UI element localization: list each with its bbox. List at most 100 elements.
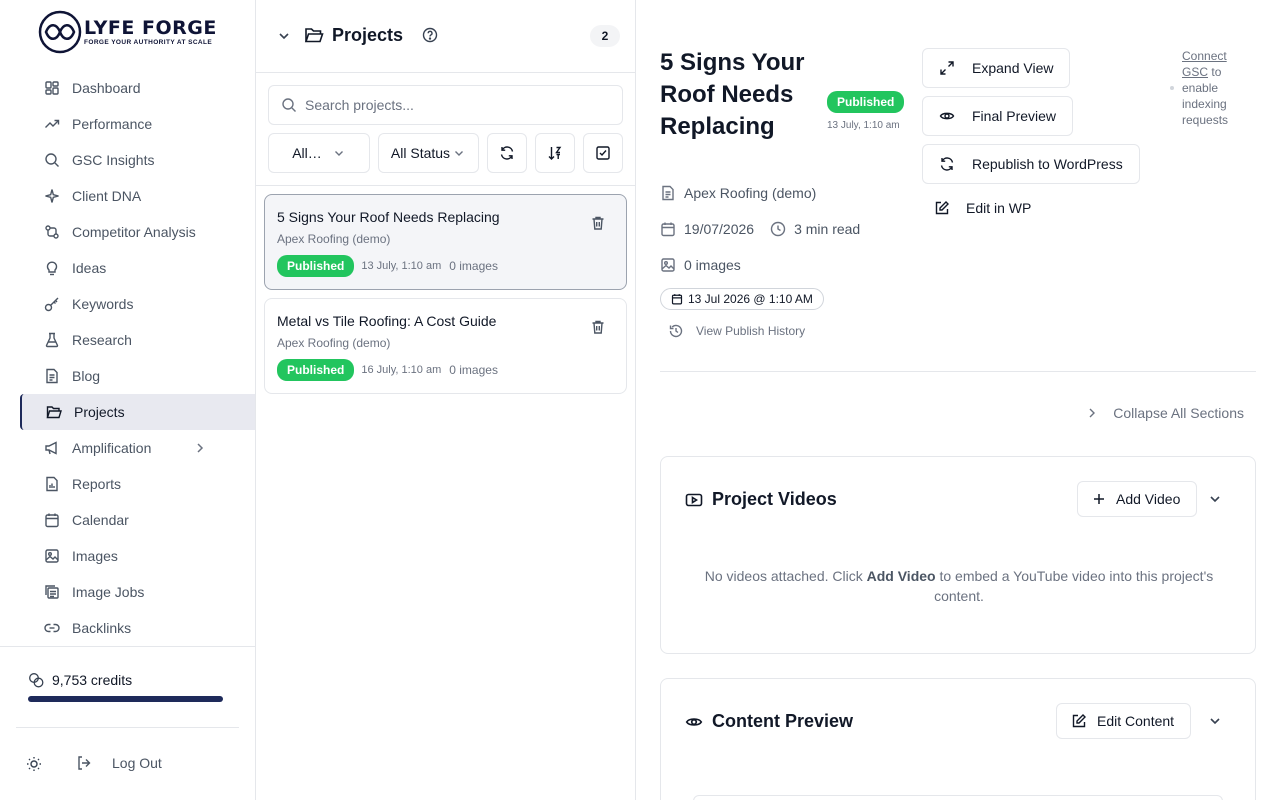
sidebar-item-ideas[interactable]: Ideas bbox=[0, 250, 255, 286]
publish-history-link[interactable]: View Publish History bbox=[668, 323, 805, 339]
sidebar-item-label: Amplification bbox=[72, 440, 152, 456]
sidebar-item-label: Keywords bbox=[72, 296, 134, 312]
flask-icon bbox=[45, 332, 59, 348]
coins-icon bbox=[29, 673, 44, 688]
status-date: 13 July, 1:10 am bbox=[827, 120, 900, 131]
republish-button[interactable]: Republish to WordPress bbox=[922, 144, 1140, 184]
folder-open-icon bbox=[304, 28, 324, 43]
sidebar-item-backlinks[interactable]: Backlinks bbox=[0, 610, 255, 646]
projects-header: Projects 2 bbox=[256, 0, 635, 73]
page-title: 5 Signs Your Roof Needs Replacing bbox=[660, 49, 805, 140]
sidebar-item-client-dna[interactable]: Client DNA bbox=[0, 178, 255, 214]
credits-display: 9,753 credits bbox=[28, 672, 132, 688]
gsc-status-dot bbox=[1170, 86, 1174, 90]
image-stack-icon bbox=[45, 585, 59, 599]
credits-progress-fill bbox=[28, 696, 223, 702]
project-card-title: 5 Signs Your Roof Needs Replacing bbox=[277, 209, 500, 225]
eye-icon bbox=[685, 717, 703, 726]
projects-panel: Projects 2 All… All Status 5 Signs Your … bbox=[256, 0, 636, 800]
sidebar-item-label: Reports bbox=[72, 476, 122, 492]
calendar-icon bbox=[45, 513, 59, 528]
chevron-right-icon bbox=[1089, 408, 1096, 418]
sidebar-item-label: Projects bbox=[74, 404, 125, 420]
project-card-title: Metal vs Tile Roofing: A Cost Guide bbox=[277, 313, 497, 329]
sun-icon[interactable] bbox=[26, 756, 42, 772]
schedule-pill[interactable]: 13 Jul 2026 @ 1:10 AM bbox=[660, 288, 824, 310]
sidebar-item-blog[interactable]: Blog bbox=[0, 358, 255, 394]
expand-view-button[interactable]: Expand View bbox=[922, 48, 1071, 88]
add-video-label: Add Video bbox=[1116, 491, 1181, 507]
chevron-right-icon[interactable] bbox=[193, 441, 207, 455]
images-count: 0 images bbox=[684, 257, 741, 273]
checkbox-icon bbox=[596, 146, 610, 160]
sidebar-divider bbox=[0, 646, 255, 647]
content-preview-frame bbox=[693, 795, 1223, 800]
sort-button[interactable] bbox=[535, 133, 575, 173]
sidebar-item-label: Competitor Analysis bbox=[72, 224, 196, 240]
file-text-icon bbox=[662, 185, 674, 201]
trending-up-icon bbox=[45, 119, 60, 128]
sidebar-item-reports[interactable]: Reports bbox=[0, 466, 255, 502]
add-video-button[interactable]: Add Video bbox=[1077, 481, 1198, 517]
trash-icon[interactable] bbox=[590, 215, 606, 231]
logout-label: Log Out bbox=[112, 755, 162, 771]
edit-in-wp-button[interactable]: Edit in WP bbox=[934, 200, 1031, 216]
lightbulb-icon bbox=[46, 261, 58, 276]
republish-label: Republish to WordPress bbox=[972, 156, 1123, 172]
sidebar-item-calendar[interactable]: Calendar bbox=[0, 502, 255, 538]
publish-date: 19/07/2026 bbox=[684, 221, 755, 237]
sidebar-item-label: Calendar bbox=[72, 512, 129, 528]
project-videos-section: Project Videos Add Video No videos attac… bbox=[660, 456, 1256, 654]
sidebar-item-competitor-analysis[interactable]: Competitor Analysis bbox=[0, 214, 255, 250]
status-filter-select[interactable]: All Status bbox=[378, 133, 479, 173]
final-preview-label: Final Preview bbox=[972, 108, 1057, 124]
images-meta: 0 images bbox=[660, 257, 741, 273]
plus-icon bbox=[1094, 494, 1104, 504]
image-icon bbox=[45, 549, 59, 563]
sidebar-item-performance[interactable]: Performance bbox=[0, 106, 255, 142]
projects-title: Projects bbox=[332, 25, 404, 45]
chevron-down-icon[interactable] bbox=[1207, 713, 1223, 729]
history-icon bbox=[669, 324, 683, 338]
project-search[interactable] bbox=[268, 85, 623, 125]
sidebar-item-label: Research bbox=[72, 332, 132, 348]
sidebar-item-gsc-insights[interactable]: GSC Insights bbox=[0, 142, 255, 178]
refresh-button[interactable] bbox=[487, 133, 527, 173]
trash-icon[interactable] bbox=[590, 319, 606, 335]
collapse-all-button[interactable]: Collapse All Sections bbox=[1085, 405, 1244, 421]
section-title: Project Videos bbox=[712, 489, 837, 509]
calendar-icon bbox=[661, 222, 675, 237]
chevron-down-icon bbox=[334, 151, 343, 156]
status-badge: Published bbox=[277, 359, 355, 381]
sidebar-item-keywords[interactable]: Keywords bbox=[0, 286, 255, 322]
sidebar-item-dashboard[interactable]: Dashboard bbox=[0, 70, 255, 106]
credits-label: 9,753 credits bbox=[52, 672, 133, 688]
sidebar-item-research[interactable]: Research bbox=[0, 322, 255, 358]
client-filter-select[interactable]: All… bbox=[268, 133, 370, 173]
sidebar-item-image-jobs[interactable]: Image Jobs bbox=[0, 574, 255, 610]
search-input[interactable] bbox=[305, 97, 605, 113]
brand-logo[interactable]: LYFE FORGE FORGE YOUR AUTHORITY AT SCALE bbox=[38, 10, 217, 54]
search-icon bbox=[45, 153, 59, 167]
git-compare-icon bbox=[45, 225, 59, 239]
video-icon bbox=[685, 493, 703, 506]
sidebar-item-images[interactable]: Images bbox=[0, 538, 255, 574]
logout-button[interactable]: Log Out bbox=[76, 755, 162, 771]
edit-content-button[interactable]: Edit Content bbox=[1056, 703, 1192, 739]
sidebar-item-label: Image Jobs bbox=[72, 584, 145, 600]
final-preview-button[interactable]: Final Preview bbox=[922, 96, 1074, 136]
project-card[interactable]: Metal vs Tile Roofing: A Cost Guide Apex… bbox=[264, 298, 627, 394]
logout-icon bbox=[78, 756, 91, 770]
chevron-down-icon[interactable] bbox=[1207, 491, 1223, 507]
chevron-down-icon[interactable] bbox=[276, 28, 292, 44]
sidebar-item-label: Blog bbox=[72, 368, 101, 384]
help-circle-icon[interactable] bbox=[422, 27, 438, 43]
sidebar-item-amplification[interactable]: Amplification bbox=[0, 430, 255, 466]
refresh-icon bbox=[940, 157, 954, 171]
project-card[interactable]: 5 Signs Your Roof Needs Replacing Apex R… bbox=[264, 194, 627, 290]
search-icon bbox=[282, 98, 296, 112]
sort-icon bbox=[548, 146, 562, 160]
sidebar-item-projects[interactable]: Projects bbox=[20, 394, 255, 430]
select-mode-button[interactable] bbox=[583, 133, 623, 173]
read-time: 3 min read bbox=[794, 221, 861, 237]
